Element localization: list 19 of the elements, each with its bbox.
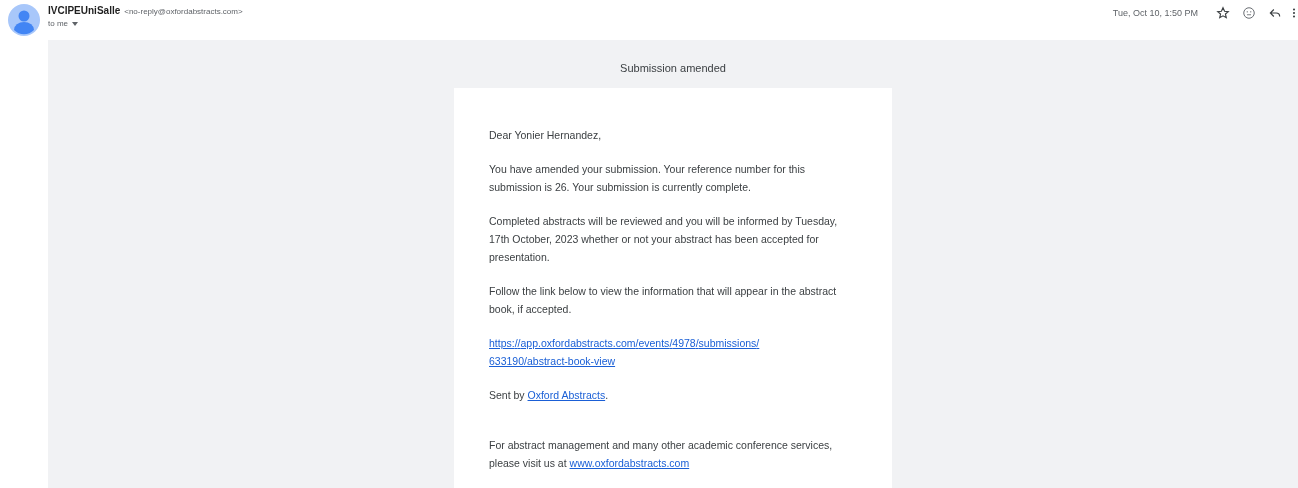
reply-icon[interactable]: [1268, 6, 1282, 20]
email-paragraph: You have amended your submission. Your reference number for this submission is 26. Your submission is currently complete.: [489, 162, 806, 195]
emoji-icon[interactable]: [1242, 6, 1256, 20]
submission-link[interactable]: https://app.oxfordabstracts.com/events/4978/submissions/633190/abstract-book-view: [489, 334, 789, 370]
email-paragraph: Follow the link below to view the information that will appear in the abstract book, if accepted.: [489, 284, 838, 317]
email-title: Submission amended: [620, 62, 726, 76]
email-paragraph: Completed abstracts will be reviewed and you will be informed by Tuesday, 17th October, 2023 whether or not your abstract has been accepted for presentation.: [489, 214, 839, 265]
email-date: Tue, Oct 10, 1:50 PM: [1112, 8, 1198, 18]
sender-email: <no-reply@oxfordabstracts.com>: [124, 7, 243, 16]
caret-icon[interactable]: [72, 21, 78, 26]
text-link[interactable]: www.oxfordabstracts.com: [569, 457, 690, 469]
more-icon[interactable]: [1292, 6, 1296, 20]
email-paragraph: Sent by Oxford Abstracts.: [489, 388, 610, 403]
email-paragraph: Dear Yonier Hernandez,: [489, 128, 603, 143]
recipient-label: to me: [48, 19, 68, 28]
star-icon[interactable]: [1216, 6, 1230, 20]
email-paragraph: For abstract management and many other academic conference services, please visit us at www.oxfordabstracts.com: [489, 438, 834, 471]
sender-name: IVCIPEUniSalle: [48, 5, 121, 16]
avatar-icon: [8, 4, 40, 36]
